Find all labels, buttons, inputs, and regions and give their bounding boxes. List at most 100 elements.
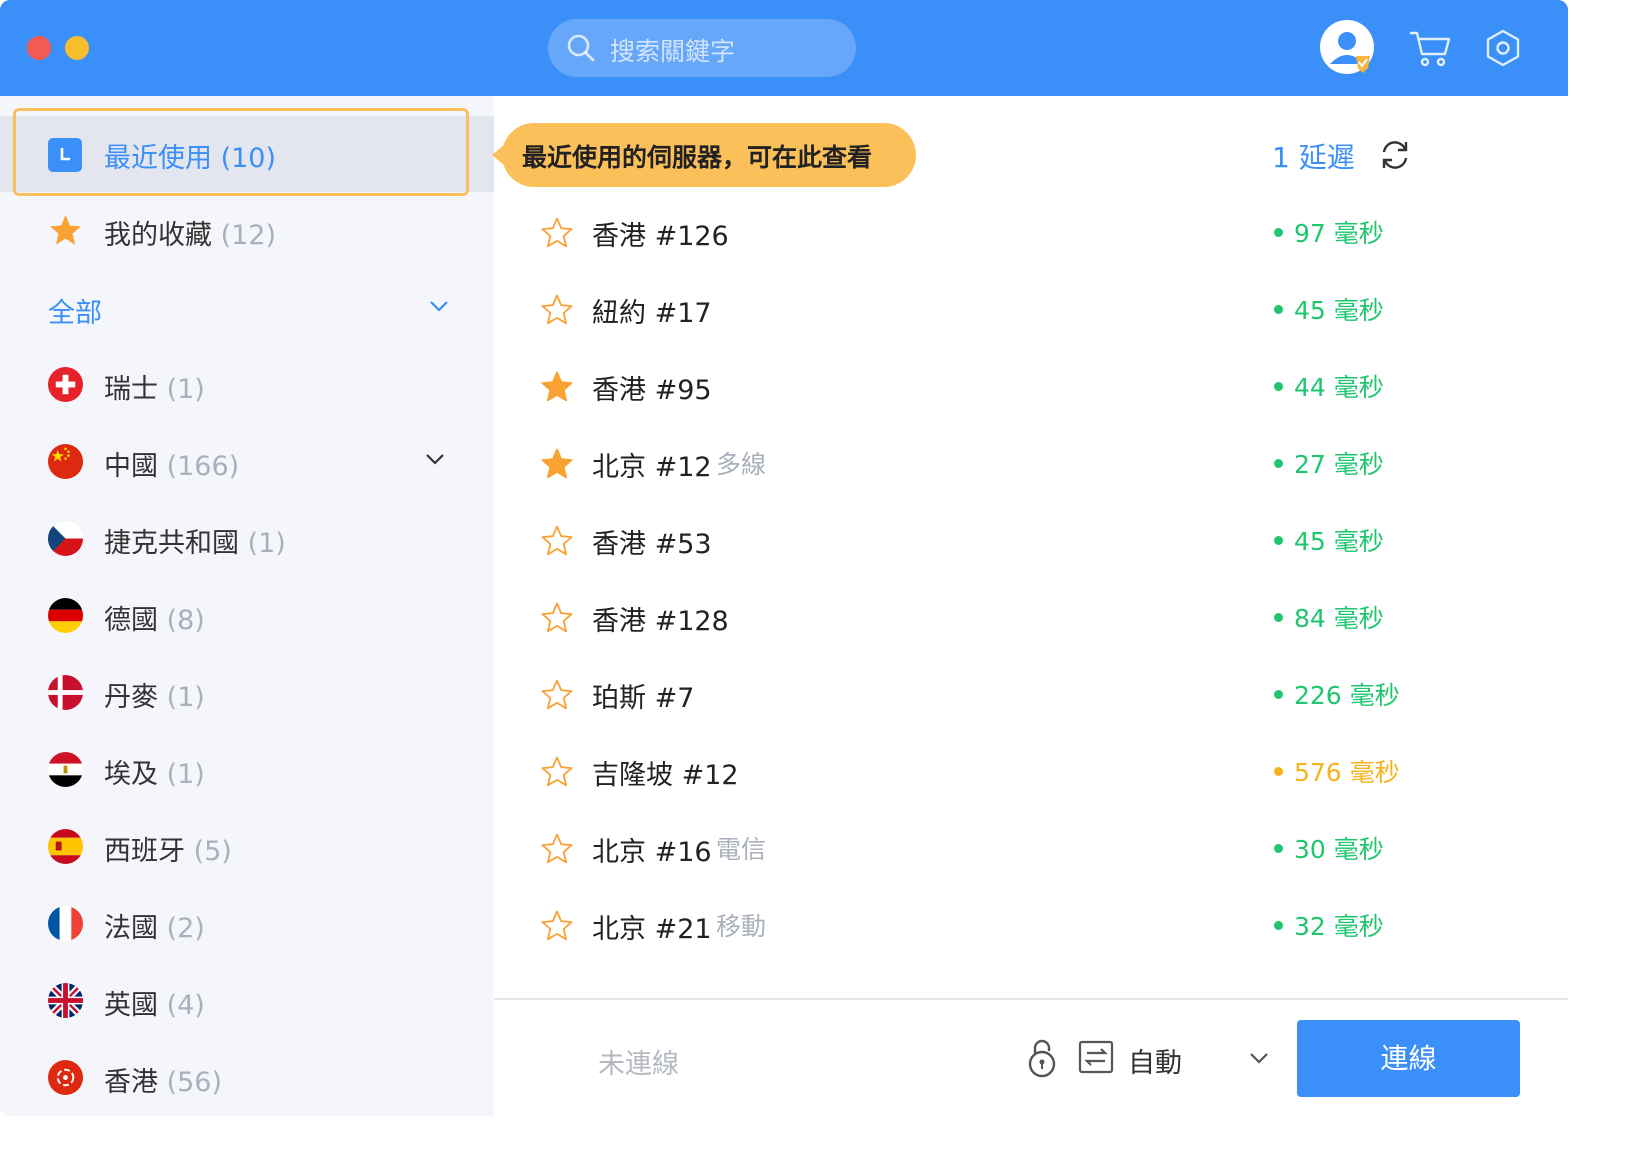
search-icon [567,34,595,62]
sidebar-item-czech[interactable]: 捷克共和國 (1) [0,501,494,577]
server-row[interactable]: 紐約 #17 45 毫秒 [494,271,1568,348]
latency-status-dot [1274,690,1283,699]
star-outline-icon[interactable] [540,678,574,712]
chevron-down-icon[interactable] [424,452,446,466]
cart-icon[interactable] [1408,28,1452,68]
sidebar-item-china[interactable]: 中國 (166) [0,424,494,500]
sidebar-item-label: 丹麥 (1) [104,682,205,713]
footer-divider [494,998,1568,1000]
server-row[interactable]: 北京 #12 多線 27 毫秒 [494,425,1568,502]
latency-status-dot [1274,536,1283,545]
latency-status-dot [1274,613,1283,622]
server-row[interactable]: 北京 #21 移動 32 毫秒 [494,887,1568,964]
protocol-switch-icon[interactable] [1078,1040,1114,1074]
server-name: 紐約 #17 [592,298,712,329]
onboarding-tooltip: 最近使用的伺服器，可在此查看 [492,123,916,187]
chevron-down-icon [430,301,448,312]
sidebar-item-label: 埃及 (1) [104,759,205,790]
germany-flag-icon [48,598,83,633]
server-name: 香港 #126 [592,221,729,252]
server-name: 香港 #128 [592,606,729,637]
server-name: 香港 #95 [592,375,712,406]
search-placeholder: 搜索關鍵字 [610,37,736,66]
server-name: 珀斯 #7 [592,683,695,714]
star-filled-icon[interactable] [540,447,574,481]
server-row[interactable]: 北京 #16 電信 30 毫秒 [494,810,1568,887]
star-outline-icon[interactable] [540,216,574,250]
refresh-icon[interactable] [1378,138,1412,172]
sidebar-item-egypt[interactable]: 埃及 (1) [0,732,494,808]
star-outline-icon[interactable] [540,909,574,943]
star-outline-icon[interactable] [540,832,574,866]
server-name: 香港 #53 [592,529,712,560]
latency-status-dot [1274,382,1283,391]
sidebar-item-label: 我的收藏 (12) [104,220,277,251]
lock-icon[interactable] [1026,1038,1058,1078]
server-latency: 45 毫秒 [1294,527,1384,556]
sidebar-item-favorites[interactable]: 我的收藏 (12) [0,193,494,269]
server-latency: 30 毫秒 [1294,835,1384,864]
server-latency: 84 毫秒 [1294,604,1384,633]
sidebar-item-germany[interactable]: 德國 (8) [0,578,494,654]
sidebar-section-all[interactable]: 全部 [0,271,494,347]
search-box[interactable]: 搜索關鍵字 [548,19,856,77]
czech-flag-icon [48,521,83,556]
app-window: 搜索關鍵字 最近使用 (10) 我的收藏 (12) 全部 瑞士 (1) 中國 (… [0,0,1568,1116]
server-latency: 32 毫秒 [1294,912,1384,941]
server-name: 北京 #21 [592,914,712,945]
star-outline-icon[interactable] [540,755,574,789]
sidebar-item-label: 瑞士 (1) [104,374,205,405]
denmark-flag-icon [48,675,83,710]
sidebar-item-label: 香港 (56) [104,1067,223,1098]
avatar-icon [1330,32,1370,73]
sidebar-item-label: 德國 (8) [104,605,205,636]
server-latency: 27 毫秒 [1294,450,1384,479]
server-row[interactable]: 香港 #126 97 毫秒 [494,194,1568,271]
title-bar: 搜索關鍵字 [0,0,1568,96]
switzerland-flag-icon [48,367,83,402]
server-name: 北京 #12 [592,452,712,483]
sort-by-latency[interactable]: 1 延遲 [1272,136,1355,176]
server-tag: 移動 [716,912,767,941]
sidebar-item-label: 法國 (2) [104,913,205,944]
latency-status-dot [1274,459,1283,468]
close-window-button[interactable] [27,36,51,60]
user-avatar-button[interactable] [1320,20,1374,74]
server-name: 北京 #16 [592,837,712,868]
connection-status: 未連線 [598,1049,679,1080]
star-outline-icon[interactable] [540,524,574,558]
france-flag-icon [48,906,83,941]
server-latency: 97 毫秒 [1294,219,1384,248]
settings-gear-icon[interactable] [1484,28,1522,68]
recent-highlight-frame [13,108,469,196]
server-row[interactable]: 香港 #128 84 毫秒 [494,579,1568,656]
sidebar-item-denmark[interactable]: 丹麥 (1) [0,655,494,731]
sidebar-item-label: 西班牙 (5) [104,836,232,867]
star-outline-icon[interactable] [540,293,574,327]
server-tag: 多線 [716,450,767,479]
egypt-flag-icon [48,752,83,787]
chevron-down-icon[interactable] [1248,1051,1270,1065]
server-row[interactable]: 吉隆坡 #12 576 毫秒 [494,733,1568,810]
sidebar-item-label: 捷克共和國 (1) [104,528,286,559]
sidebar-item-hongkong[interactable]: 香港 (56) [0,1040,494,1116]
minimize-window-button[interactable] [65,36,89,60]
server-row[interactable]: 珀斯 #7 226 毫秒 [494,656,1568,733]
server-latency: 576 毫秒 [1294,758,1400,787]
sidebar-item-france[interactable]: 法國 (2) [0,886,494,962]
server-row[interactable]: 香港 #95 44 毫秒 [494,348,1568,425]
connect-button[interactable]: 連線 [1297,1020,1520,1097]
sidebar-item-spain[interactable]: 西班牙 (5) [0,809,494,885]
server-latency: 226 毫秒 [1294,681,1400,710]
protocol-mode-select[interactable]: 自動 [1128,1041,1182,1080]
sidebar-item-label: 中國 (166) [104,451,240,482]
latency-status-dot [1274,921,1283,930]
sidebar-item-switzerland[interactable]: 瑞士 (1) [0,347,494,423]
tooltip-text: 最近使用的伺服器，可在此查看 [522,143,873,172]
star-filled-icon[interactable] [540,370,574,404]
all-section-label: 全部 [48,298,102,329]
latency-status-dot [1274,305,1283,314]
server-row[interactable]: 香港 #53 45 毫秒 [494,502,1568,579]
sidebar-item-uk[interactable]: 英國 (4) [0,963,494,1039]
star-outline-icon[interactable] [540,601,574,635]
